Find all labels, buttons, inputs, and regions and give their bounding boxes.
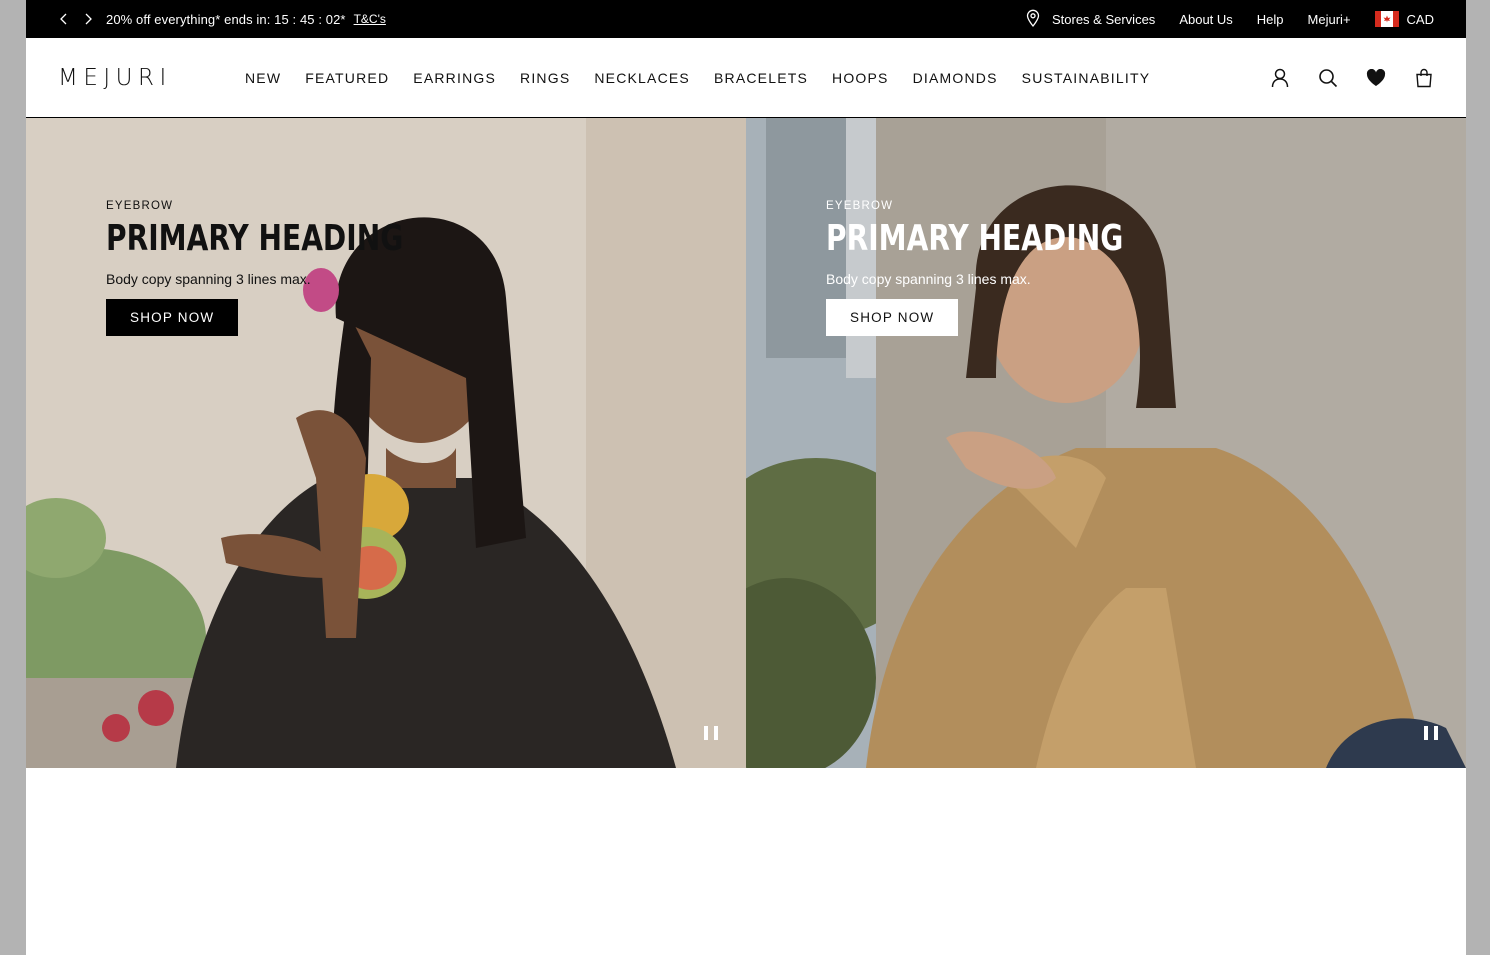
main-navigation: MEJURI NEW FEATURED EARRINGS RINGS NECKL… xyxy=(26,38,1466,118)
nav-item-bracelets[interactable]: BRACELETS xyxy=(714,70,808,86)
hero-panel-right[interactable]: EYEBROW PRIMARY HEADING Body copy spanni… xyxy=(746,118,1466,768)
hero-left-shop-now-button[interactable]: SHOP NOW xyxy=(106,299,239,336)
stores-link[interactable]: Stores & Services xyxy=(1026,9,1155,30)
nav-item-featured[interactable]: FEATURED xyxy=(305,70,389,86)
nav-item-sustainability[interactable]: SUSTAINABILITY xyxy=(1022,70,1151,86)
hero-right-shop-now-button[interactable]: SHOP NOW xyxy=(826,299,959,336)
chevron-left-icon[interactable] xyxy=(58,12,70,26)
nav-item-diamonds[interactable]: DIAMONDS xyxy=(913,70,998,86)
chevron-right-icon[interactable] xyxy=(82,12,94,26)
nav-icons xyxy=(1270,68,1434,88)
canada-flag-icon xyxy=(1374,11,1399,27)
pause-icon[interactable] xyxy=(704,726,718,740)
about-link[interactable]: About Us xyxy=(1179,12,1232,27)
hero-left-content: EYEBROW PRIMARY HEADING Body copy spanni… xyxy=(106,200,487,336)
promo-message: 20% off everything* ends in: 15 : 45 : 0… xyxy=(106,11,346,27)
category-menu: NEW FEATURED EARRINGS RINGS NECKLACES BR… xyxy=(245,70,1150,86)
currency-selector[interactable]: CAD xyxy=(1374,11,1434,27)
terms-link[interactable]: T&C's xyxy=(354,12,386,26)
promo-arrows xyxy=(58,12,94,26)
hero-right-body: Body copy spanning 3 lines max. xyxy=(826,271,1031,287)
nav-item-earrings[interactable]: EARRINGS xyxy=(413,70,496,86)
account-icon[interactable] xyxy=(1270,68,1290,88)
hero-right-eyebrow: EYEBROW xyxy=(826,200,894,212)
location-pin-icon xyxy=(1026,9,1040,30)
utility-links: Stores & Services About Us Help Mejuri+ … xyxy=(1026,9,1434,30)
page-frame: 20% off everything* ends in: 15 : 45 : 0… xyxy=(26,0,1466,955)
hero-right-content: EYEBROW PRIMARY HEADING Body copy spanni… xyxy=(826,200,1207,336)
nav-item-hoops[interactable]: HOOPS xyxy=(832,70,889,86)
hero-left-eyebrow: EYEBROW xyxy=(106,200,174,212)
mejuri-logo[interactable]: MEJURI xyxy=(58,65,245,91)
search-icon[interactable] xyxy=(1318,68,1338,88)
nav-item-new[interactable]: NEW xyxy=(245,70,281,86)
hero-section: EYEBROW PRIMARY HEADING Body copy spanni… xyxy=(26,118,1466,768)
promo-bar: 20% off everything* ends in: 15 : 45 : 0… xyxy=(26,0,1466,38)
bag-icon[interactable] xyxy=(1414,68,1434,88)
page-blank-area xyxy=(26,768,1466,955)
hero-left-body: Body copy spanning 3 lines max. xyxy=(106,271,311,287)
wishlist-heart-icon[interactable] xyxy=(1366,68,1386,88)
nav-item-rings[interactable]: RINGS xyxy=(520,70,570,86)
currency-label: CAD xyxy=(1406,11,1434,27)
mejuri-plus-link[interactable]: Mejuri+ xyxy=(1308,12,1351,27)
pause-icon[interactable] xyxy=(1424,726,1438,740)
hero-left-heading: PRIMARY HEADING xyxy=(106,218,404,259)
help-link[interactable]: Help xyxy=(1257,12,1284,27)
nav-item-necklaces[interactable]: NECKLACES xyxy=(594,70,690,86)
hero-right-heading: PRIMARY HEADING xyxy=(826,218,1124,259)
hero-panel-left[interactable]: EYEBROW PRIMARY HEADING Body copy spanni… xyxy=(26,118,746,768)
stores-label: Stores & Services xyxy=(1051,11,1156,27)
